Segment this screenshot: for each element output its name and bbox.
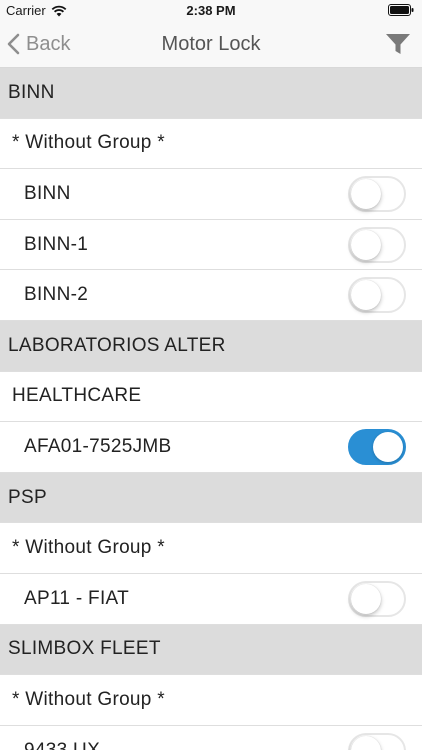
company-section-header: BINN [0,68,422,119]
group-header: HEALTHCARE [0,371,422,423]
vehicle-row[interactable]: 9433 UX [0,725,422,750]
motor-lock-toggle[interactable] [348,277,406,314]
navigation-bar: Back Motor Lock [0,20,422,68]
motor-lock-toggle[interactable] [348,732,406,750]
company-section-header: LABORATORIOS ALTER [0,320,422,372]
toggle-knob [351,735,381,750]
battery-icon [388,4,414,16]
vehicle-row[interactable]: BINN-2 [0,270,422,321]
company-label: LABORATORIOS ALTER [8,334,226,356]
vehicle-list: BINN * Without Group * BINN BINN-1 BINN-2 LAB… [0,68,422,750]
group-header: * Without Group * [0,118,422,170]
status-time: 2:38 PM [186,3,236,18]
toggle-knob [351,583,381,614]
group-header: * Without Group * [0,675,422,726]
group-label: * Without Group * [12,537,165,559]
vehicle-row[interactable]: AFA01-7525JMB [0,422,422,473]
motor-lock-toggle[interactable] [348,226,406,263]
toggle-knob [373,431,403,462]
motor-lock-toggle[interactable] [348,175,406,212]
status-bar: Carrier 2:38 PM [0,0,422,20]
company-label: BINN [8,81,55,103]
motor-lock-toggle[interactable] [348,580,406,617]
page-title: Motor Lock [161,33,261,55]
vehicle-row[interactable]: BINN-1 [0,219,422,271]
group-label: HEALTHCARE [12,385,142,407]
group-label: * Without Group * [12,688,165,710]
toggle-knob [351,178,381,209]
toggle-knob [351,229,381,260]
app-screen: Carrier 2:38 PM Back Motor Lock BINN * Wi… [0,0,422,750]
company-section-header: PSP [0,472,422,524]
motor-lock-toggle[interactable] [348,428,406,465]
group-label: * Without Group * [12,132,165,154]
company-section-header: SLIMBOX FLEET [0,624,422,676]
vehicle-row[interactable]: AP11 - FIAT [0,573,422,625]
group-header: * Without Group * [0,523,422,574]
vehicle-row[interactable]: BINN [0,169,422,220]
company-label: SLIMBOX FLEET [8,638,161,660]
filter-icon[interactable] [384,31,412,57]
company-label: PSP [8,486,47,508]
toggle-knob [351,280,381,311]
